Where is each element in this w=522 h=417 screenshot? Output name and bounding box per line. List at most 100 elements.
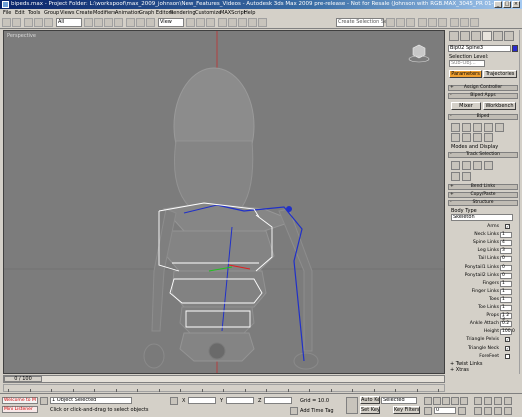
quick-render-icon[interactable] xyxy=(470,18,479,27)
param-spinner[interactable]: 1 xyxy=(500,288,512,295)
param-spinner[interactable]: 1 xyxy=(500,296,512,303)
x-coordinate-field[interactable] xyxy=(188,397,216,404)
body-type-dropdown[interactable]: Skeleton xyxy=(451,214,513,221)
opposite-icon[interactable] xyxy=(462,172,471,181)
param-spinner[interactable]: 1 xyxy=(500,305,512,311)
layer-manager-icon[interactable] xyxy=(406,18,415,27)
param-spinner[interactable]: 0 xyxy=(500,264,512,271)
mirror-icon[interactable] xyxy=(386,18,395,27)
rollout-track-selection[interactable]: - Track Selection xyxy=(448,152,518,158)
play-icon[interactable] xyxy=(442,397,450,405)
command-panel-scrollbar[interactable] xyxy=(519,30,520,374)
key-mode-toggle-icon[interactable] xyxy=(424,407,432,415)
app-icon[interactable] xyxy=(2,1,9,8)
align-icon[interactable] xyxy=(396,18,405,27)
select-object-icon[interactable] xyxy=(84,18,93,27)
add-time-tag-button[interactable]: Add Time Tag xyxy=(300,408,334,414)
edit-named-selection-icon[interactable] xyxy=(258,18,267,27)
select-rotate-icon[interactable] xyxy=(136,18,145,27)
hierarchy-tab-icon[interactable] xyxy=(471,31,481,41)
symmetrical-icon[interactable] xyxy=(451,172,460,181)
curve-editor-icon[interactable] xyxy=(418,18,427,27)
trajectories-button[interactable]: Trajectories xyxy=(483,70,517,78)
rectangular-selection-icon[interactable] xyxy=(104,18,113,27)
param-checkbox[interactable]: ✓ xyxy=(505,224,510,229)
selection-level-dropdown[interactable]: Sub-Obj... xyxy=(449,60,485,67)
select-by-name-icon[interactable] xyxy=(94,18,103,27)
body-vertical-icon[interactable] xyxy=(462,161,471,170)
spinner-snap-icon[interactable] xyxy=(248,18,257,27)
z-coordinate-field[interactable] xyxy=(264,397,292,404)
select-link-icon[interactable] xyxy=(24,18,33,27)
pivot-center-icon[interactable] xyxy=(186,18,195,27)
maximize-button[interactable]: □ xyxy=(503,1,511,8)
biped-figure[interactable] xyxy=(4,31,445,374)
maximize-viewport-icon[interactable] xyxy=(504,407,512,415)
absolute-mode-icon[interactable] xyxy=(170,397,178,405)
param-spinner[interactable]: 1 xyxy=(500,280,512,287)
menu-modifiers[interactable]: Modifiers xyxy=(93,10,116,16)
trackbar[interactable] xyxy=(3,384,445,392)
pan-view-icon[interactable] xyxy=(484,407,492,415)
keyboard-shortcut-icon[interactable] xyxy=(206,18,215,27)
param-spinner[interactable]: 0 xyxy=(500,272,512,279)
y-coordinate-field[interactable] xyxy=(226,397,254,404)
mixer-mode-icon[interactable] xyxy=(484,123,493,132)
window-crossing-icon[interactable] xyxy=(114,18,123,27)
goto-start-icon[interactable] xyxy=(424,397,432,405)
body-horizontal-icon[interactable] xyxy=(451,161,460,170)
key-icon[interactable] xyxy=(346,397,358,414)
orbit-icon[interactable] xyxy=(494,407,502,415)
selection-filter-dropdown[interactable]: All xyxy=(56,18,82,27)
undo-icon[interactable] xyxy=(2,18,11,27)
figure-mode-icon[interactable] xyxy=(451,123,460,132)
key-filters-button[interactable]: Key Filters... xyxy=(393,406,420,414)
rendered-frame-window-icon[interactable] xyxy=(460,18,469,27)
menu-file[interactable]: File xyxy=(3,10,11,16)
load-file-icon[interactable] xyxy=(451,133,460,142)
menu-rendering[interactable]: Rendering xyxy=(170,10,196,16)
param-spinner[interactable]: 1 2 3 xyxy=(500,313,512,322)
time-configuration-icon[interactable] xyxy=(458,407,466,415)
display-tab-icon[interactable] xyxy=(493,31,503,41)
param-spinner[interactable]: 100.0 xyxy=(500,329,515,336)
bind-space-warp-icon[interactable] xyxy=(44,18,53,27)
time-slider[interactable]: 0 / 100 xyxy=(4,376,42,382)
material-editor-icon[interactable] xyxy=(438,18,447,27)
body-rotation-icon[interactable] xyxy=(473,161,482,170)
convert-icon[interactable] xyxy=(473,133,482,142)
utilities-tab-icon[interactable] xyxy=(504,31,514,41)
time-slider-track[interactable]: 0 / 100 xyxy=(3,375,445,383)
motion-flow-icon[interactable] xyxy=(473,123,482,132)
param-spinner[interactable]: 0 xyxy=(500,256,512,263)
menu-group[interactable]: Group xyxy=(44,10,59,16)
maxscript-mini-listener[interactable]: Mini Listener xyxy=(2,406,38,413)
select-scale-icon[interactable] xyxy=(146,18,155,27)
param-spinner[interactable]: 3 xyxy=(500,248,512,255)
param-checkbox[interactable]: ✓ xyxy=(505,345,510,351)
time-tag-icon[interactable] xyxy=(290,407,298,415)
percent-snap-icon[interactable] xyxy=(238,18,247,27)
schematic-view-icon[interactable] xyxy=(428,18,437,27)
menu-create[interactable]: Create xyxy=(76,10,93,16)
perspective-viewport[interactable]: Perspective xyxy=(3,30,445,374)
modes-display-label[interactable]: Modes and Display xyxy=(451,144,498,150)
param-checkbox[interactable]: ✓ xyxy=(505,337,510,343)
menu-animation[interactable]: Animation xyxy=(115,10,141,16)
rollout-biped[interactable]: - Biped xyxy=(448,114,518,120)
minimize-button[interactable]: _ xyxy=(494,1,502,8)
motion-tab-icon[interactable] xyxy=(482,31,492,41)
rollout-structure[interactable]: - Structure xyxy=(448,200,518,206)
menu-maxscript[interactable]: MAXScript xyxy=(220,10,246,16)
footstep-mode-icon[interactable] xyxy=(462,123,471,132)
rollout-copy-paste[interactable]: + Copy/Paste xyxy=(448,192,518,198)
workbench-button[interactable]: Workbench xyxy=(483,102,516,110)
unlink-icon[interactable] xyxy=(34,18,43,27)
angle-snap-icon[interactable] xyxy=(228,18,237,27)
object-color-swatch[interactable] xyxy=(512,45,518,52)
next-frame-icon[interactable] xyxy=(451,397,459,405)
previous-frame-icon[interactable] xyxy=(433,397,441,405)
field-of-view-icon[interactable] xyxy=(474,407,482,415)
close-button[interactable]: × xyxy=(512,1,520,8)
menu-graph-editors[interactable]: Graph Editors xyxy=(139,10,173,16)
